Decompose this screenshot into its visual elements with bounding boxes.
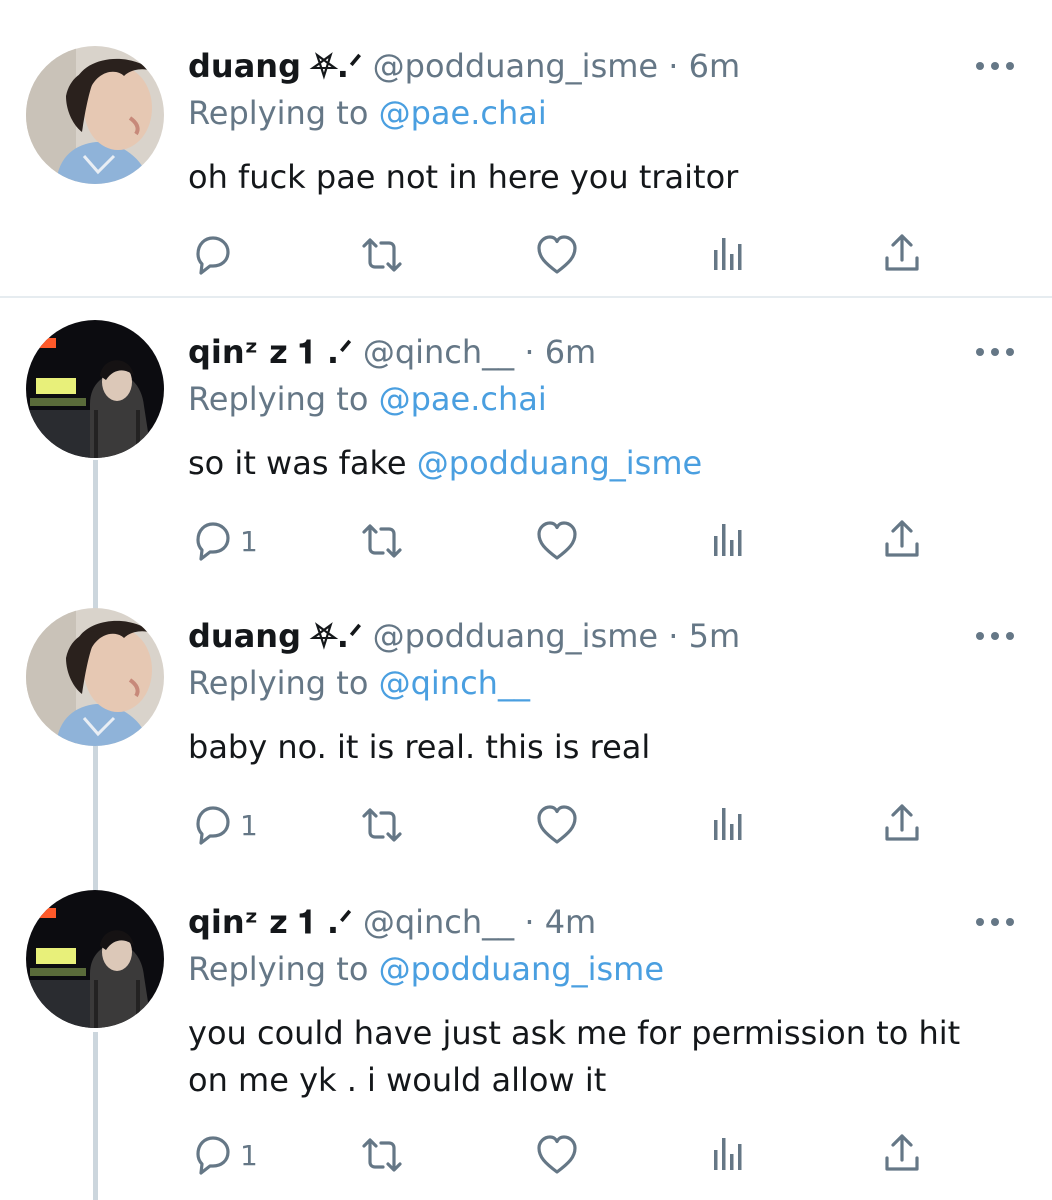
- name-decoration: ⛧.ᐟ: [311, 47, 363, 85]
- share-icon: [882, 232, 922, 278]
- analytics-button[interactable]: [708, 802, 748, 848]
- reply-icon: [188, 802, 234, 848]
- like-icon: [535, 1132, 579, 1178]
- tweet-text: so it was fake @podduang_isme: [188, 440, 1008, 487]
- replying-to-label: Replying to: [188, 664, 379, 702]
- action-bar: 1: [0, 802, 1052, 852]
- tweet-header: duang ⛧.ᐟ @podduang_isme · 5m: [188, 616, 740, 656]
- retweet-button[interactable]: [356, 802, 408, 848]
- share-button[interactable]: [882, 232, 922, 278]
- display-name[interactable]: qinᶻ z: [188, 903, 288, 941]
- reply-button[interactable]: 1: [188, 518, 258, 564]
- like-button[interactable]: [535, 802, 579, 848]
- tweet-text-body: so it was fake: [188, 444, 417, 482]
- like-button[interactable]: [535, 1132, 579, 1178]
- replying-to-mention[interactable]: @pae.chai: [379, 380, 547, 418]
- retweet-icon: [356, 1132, 408, 1178]
- share-icon: [882, 1132, 922, 1178]
- reply-button[interactable]: [188, 232, 240, 278]
- avatar[interactable]: [26, 608, 164, 746]
- analytics-button[interactable]: [708, 232, 748, 278]
- display-name[interactable]: duang: [188, 617, 301, 655]
- retweet-icon: [356, 802, 408, 848]
- handle-timestamp[interactable]: @qinch__ · 4m: [363, 903, 596, 941]
- reply-icon: [188, 518, 234, 564]
- avatar[interactable]: [26, 320, 164, 458]
- tweet-header: qinᶻ z 𝟏 .ᐟ @qinch__ · 4m: [188, 902, 596, 942]
- tweet-text-body: oh fuck pae not in here you traitor: [188, 158, 739, 196]
- name-decoration: 𝟏 .ᐟ: [297, 903, 353, 941]
- tweet[interactable]: duang ⛧.ᐟ @podduang_isme · 5m Replying t…: [0, 608, 1052, 856]
- like-button[interactable]: [535, 518, 579, 564]
- reply-button[interactable]: 1: [188, 802, 258, 848]
- tweet-text: you could have just ask me for permissio…: [188, 1010, 988, 1104]
- tweet-header: duang ⛧.ᐟ @podduang_isme · 6m: [188, 46, 740, 86]
- replying-to: Replying to @pae.chai: [188, 93, 547, 133]
- reply-icon: [188, 1132, 234, 1178]
- replying-to: Replying to @podduang_isme: [188, 949, 664, 989]
- analytics-button[interactable]: [708, 518, 748, 564]
- share-button[interactable]: [882, 518, 922, 564]
- tweet[interactable]: duang ⛧.ᐟ @podduang_isme · 6m Replying t…: [0, 46, 1052, 286]
- analytics-icon: [708, 802, 748, 848]
- divider: [0, 296, 1052, 298]
- replying-to-label: Replying to: [188, 94, 379, 132]
- like-icon: [535, 518, 579, 564]
- tweet-text: baby no. it is real. this is real: [188, 724, 1008, 771]
- analytics-icon: [708, 518, 748, 564]
- tweet-text-body: you could have just ask me for permissio…: [188, 1014, 961, 1099]
- avatar[interactable]: [26, 46, 164, 184]
- replying-to-label: Replying to: [188, 950, 379, 988]
- tweet-header: qinᶻ z 𝟏 .ᐟ @qinch__ · 6m: [188, 332, 596, 372]
- action-bar: 1: [0, 1132, 1052, 1182]
- retweet-icon: [356, 518, 408, 564]
- retweet-button[interactable]: [356, 232, 408, 278]
- avatar[interactable]: [26, 890, 164, 1028]
- like-icon: [535, 802, 579, 848]
- name-decoration: ⛧.ᐟ: [311, 617, 363, 655]
- reply-icon: [188, 232, 234, 278]
- like-button[interactable]: [535, 232, 579, 278]
- reply-count: 1: [240, 808, 258, 842]
- replying-to: Replying to @qinch__: [188, 663, 530, 703]
- display-name[interactable]: qinᶻ z: [188, 333, 288, 371]
- replying-to-mention[interactable]: @qinch__: [379, 664, 530, 702]
- tweet[interactable]: qinᶻ z 𝟏 .ᐟ @qinch__ · 6m Replying to @p…: [0, 320, 1052, 572]
- handle-timestamp[interactable]: @podduang_isme · 5m: [373, 617, 740, 655]
- share-icon: [882, 802, 922, 848]
- tweet-text-body: baby no. it is real. this is real: [188, 728, 651, 766]
- more-icon[interactable]: [975, 628, 1015, 644]
- tweet-text: oh fuck pae not in here you traitor: [188, 154, 1008, 201]
- tweet-text-mention[interactable]: @podduang_isme: [417, 444, 702, 482]
- replying-to: Replying to @pae.chai: [188, 379, 547, 419]
- more-icon[interactable]: [975, 914, 1015, 930]
- reply-button[interactable]: 1: [188, 1132, 258, 1178]
- analytics-icon: [708, 1132, 748, 1178]
- name-decoration: 𝟏 .ᐟ: [297, 333, 353, 371]
- reply-count: 1: [240, 524, 258, 558]
- replying-to-mention[interactable]: @pae.chai: [379, 94, 547, 132]
- share-button[interactable]: [882, 1132, 922, 1178]
- analytics-button[interactable]: [708, 1132, 748, 1178]
- tweet[interactable]: qinᶻ z 𝟏 .ᐟ @qinch__ · 4m Replying to @p…: [0, 890, 1052, 1200]
- share-icon: [882, 518, 922, 564]
- replying-to-mention[interactable]: @podduang_isme: [379, 950, 664, 988]
- replying-to-label: Replying to: [188, 380, 379, 418]
- share-button[interactable]: [882, 802, 922, 848]
- retweet-icon: [356, 232, 408, 278]
- analytics-icon: [708, 232, 748, 278]
- action-bar: [0, 232, 1052, 282]
- action-bar: 1: [0, 518, 1052, 568]
- reply-count: 1: [240, 1138, 258, 1172]
- handle-timestamp[interactable]: @podduang_isme · 6m: [373, 47, 740, 85]
- handle-timestamp[interactable]: @qinch__ · 6m: [363, 333, 596, 371]
- retweet-button[interactable]: [356, 518, 408, 564]
- more-icon[interactable]: [975, 58, 1015, 74]
- retweet-button[interactable]: [356, 1132, 408, 1178]
- like-icon: [535, 232, 579, 278]
- display-name[interactable]: duang: [188, 47, 301, 85]
- more-icon[interactable]: [975, 344, 1015, 360]
